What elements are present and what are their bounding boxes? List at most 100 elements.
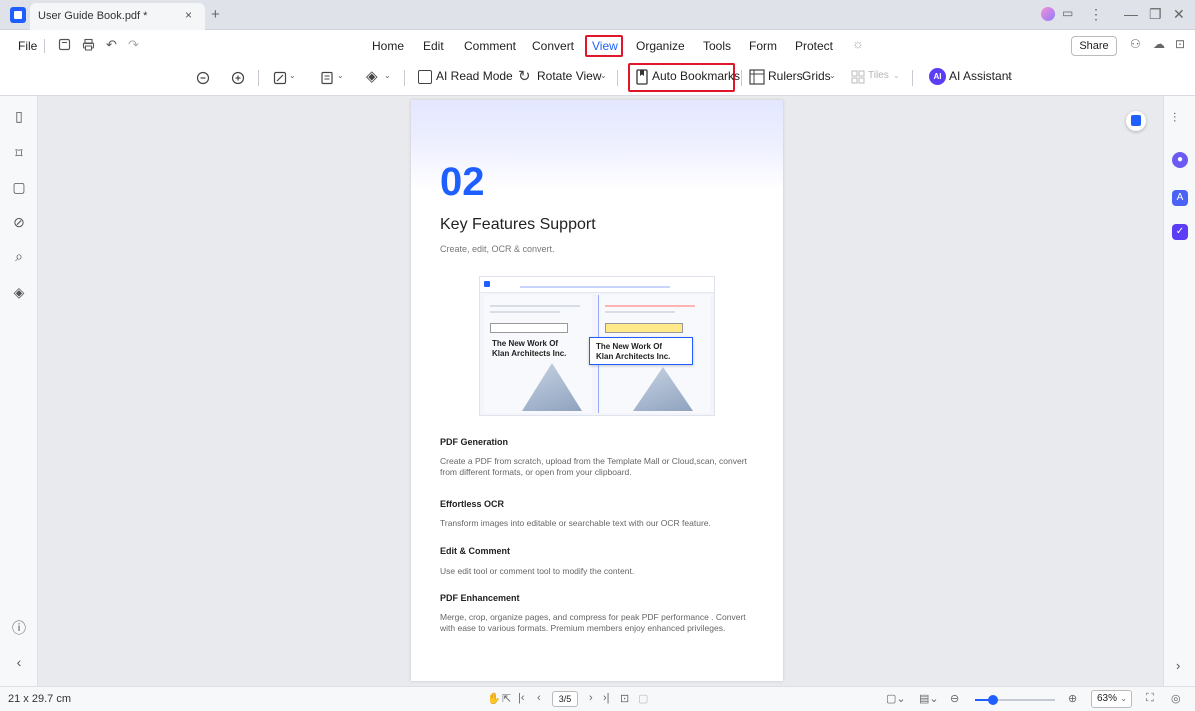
mini-text-line (605, 311, 675, 313)
last-page-icon[interactable]: ›| (603, 692, 610, 704)
feature-desc-pdf-enhancement: Merge, crop, organize pages, and compres… (440, 612, 746, 633)
attachment-icon[interactable]: ⊘ (9, 214, 29, 234)
restore-button[interactable]: ❐ (1149, 6, 1162, 23)
minimize-button[interactable]: — (1124, 6, 1138, 22)
auto-bookmarks-button[interactable]: Auto Bookmarks (652, 69, 740, 83)
select-tool-icon[interactable]: ⇱ (502, 692, 511, 705)
lightbulb-icon[interactable]: ☼ (852, 36, 864, 51)
translate-panel-icon[interactable]: A (1172, 190, 1188, 206)
chevron-down-icon[interactable]: ⌄ (337, 71, 344, 80)
bookmark-icon[interactable] (636, 69, 648, 85)
menu-convert[interactable]: Convert (532, 39, 574, 53)
bookmark-panel-icon[interactable]: ⌑ (9, 145, 29, 165)
rotate-icon[interactable]: ↻ (518, 67, 531, 85)
close-button[interactable]: ✕ (1173, 6, 1185, 23)
menu-protect[interactable]: Protect (795, 39, 833, 53)
thumbnails-icon[interactable]: ▯ (9, 108, 29, 128)
collapse-right-icon[interactable]: › (1176, 658, 1180, 673)
view-mode-icon[interactable]: ▤⌄ (919, 692, 939, 705)
help-icon[interactable]: ⓘ (9, 618, 29, 638)
previous-page-icon[interactable]: ‹ (537, 692, 541, 704)
mini-table-highlighted (605, 323, 683, 333)
grids-button[interactable]: Grids (802, 69, 831, 83)
more-options-icon[interactable]: ⋮ (1089, 6, 1103, 23)
zoom-in-icon[interactable]: ⊕ (1068, 692, 1077, 705)
zoom-slider-handle[interactable] (987, 695, 998, 705)
collapse-ribbon-icon[interactable]: ⊡ (1175, 37, 1185, 51)
print-icon[interactable] (82, 38, 95, 51)
full-screen-icon[interactable]: ▢ (638, 692, 648, 705)
undo-icon[interactable]: ↶ (106, 37, 117, 53)
document-tab[interactable]: User Guide Book.pdf * × (30, 3, 205, 30)
search-icon[interactable]: ⌕ (9, 248, 29, 268)
ai-read-mode-icon[interactable] (418, 70, 432, 84)
divider (404, 70, 405, 86)
mini-table (490, 323, 568, 333)
menu-organize[interactable]: Organize (636, 39, 685, 53)
settings-icon[interactable]: ◎ (1171, 692, 1181, 705)
tab-close-icon[interactable]: × (185, 8, 192, 22)
chevron-down-icon[interactable]: ⌄ (893, 71, 900, 80)
ai-chat-icon[interactable]: ● (1172, 152, 1188, 168)
status-bar: 21 x 29.7 cm ✋ ⇱ |‹ ‹ 3/5 › ›| ⊡ ▢ ▢⌄ ▤⌄… (0, 686, 1195, 711)
rotate-view-button[interactable]: Rotate View (537, 69, 601, 83)
zoom-out-icon[interactable] (196, 71, 210, 85)
app-logo-icon[interactable] (10, 7, 26, 23)
cloud-upload-icon[interactable]: ☁ (1153, 37, 1165, 51)
menu-tools[interactable]: Tools (703, 39, 731, 53)
chevron-down-icon[interactable]: ⌄ (829, 71, 836, 80)
chevron-down-icon[interactable]: ⌄ (289, 71, 296, 80)
menu-comment[interactable]: Comment (464, 39, 516, 53)
ai-assistant-icon[interactable]: AI (929, 68, 946, 85)
chevron-down-icon[interactable]: ⌄ (384, 71, 391, 80)
feature-title-pdf-generation: PDF Generation (440, 437, 509, 447)
zoom-in-icon[interactable] (231, 71, 245, 85)
share-button[interactable]: Share (1071, 36, 1117, 56)
message-icon[interactable]: ▭ (1062, 6, 1073, 20)
avatar[interactable] (1041, 7, 1055, 21)
first-page-icon[interactable]: |‹ (518, 692, 525, 704)
rulers-button[interactable]: Rulers (768, 69, 803, 83)
user-icon[interactable]: ⚇ (1130, 37, 1141, 51)
translate-icon (1131, 115, 1141, 126)
background-color-icon[interactable]: ◈ (366, 67, 378, 85)
chevron-down-icon[interactable]: ⌄ (1005, 71, 1012, 80)
fit-page-icon[interactable] (273, 71, 287, 85)
rulers-icon[interactable] (749, 69, 765, 85)
new-tab-icon[interactable]: + (211, 6, 220, 23)
page-number-input[interactable]: 3/5 (552, 691, 578, 707)
translate-float-button[interactable] (1126, 111, 1146, 131)
menu-home[interactable]: Home (372, 39, 404, 53)
file-menu[interactable]: File (18, 39, 37, 53)
ai-assistant-button[interactable]: AI Assistant (949, 69, 1012, 83)
fit-width-icon[interactable]: ⊡ (620, 692, 629, 705)
properties-icon[interactable]: ⫶ (1173, 110, 1176, 126)
feature-desc-pdf-generation: Create a PDF from scratch, upload from t… (440, 456, 747, 477)
ai-read-mode-button[interactable]: AI Read Mode (436, 69, 513, 83)
layers-icon[interactable]: ◈ (9, 284, 29, 304)
building-image (522, 363, 582, 411)
menu-form[interactable]: Form (749, 39, 777, 53)
tasks-icon[interactable]: ✓ (1172, 224, 1188, 240)
zoom-level-value: 63% (1097, 693, 1118, 704)
chevron-down-icon: ⌄ (1120, 694, 1127, 703)
redo-icon[interactable]: ↷ (128, 37, 139, 53)
save-icon[interactable] (58, 38, 71, 51)
next-page-icon[interactable]: › (589, 692, 593, 704)
zoom-out-icon[interactable]: ⊖ (950, 692, 959, 705)
pdf-page[interactable]: 02 Key Features Support Create, edit, OC… (411, 100, 783, 681)
comment-panel-icon[interactable]: ▢ (9, 179, 29, 199)
chevron-down-icon[interactable]: ⌄ (600, 71, 607, 80)
tiles-icon[interactable] (851, 70, 865, 84)
menu-view[interactable]: View (592, 39, 618, 53)
page-display-icon[interactable] (320, 71, 334, 85)
feature-desc-edit-comment: Use edit tool or comment tool to modify … (440, 566, 635, 576)
mini-page-left: The New Work Of Klan Architects Inc. (484, 295, 592, 413)
collapse-left-icon[interactable]: ‹ (9, 654, 29, 674)
fit-screen-icon[interactable]: ⛶ (1146, 692, 1154, 705)
tiles-button[interactable]: Tiles (868, 70, 889, 81)
hand-tool-icon[interactable]: ✋ (487, 692, 501, 705)
menu-edit[interactable]: Edit (423, 39, 444, 53)
zoom-level-select[interactable]: 63% ⌄ (1091, 690, 1132, 708)
page-layout-icon[interactable]: ▢⌄ (886, 692, 906, 705)
